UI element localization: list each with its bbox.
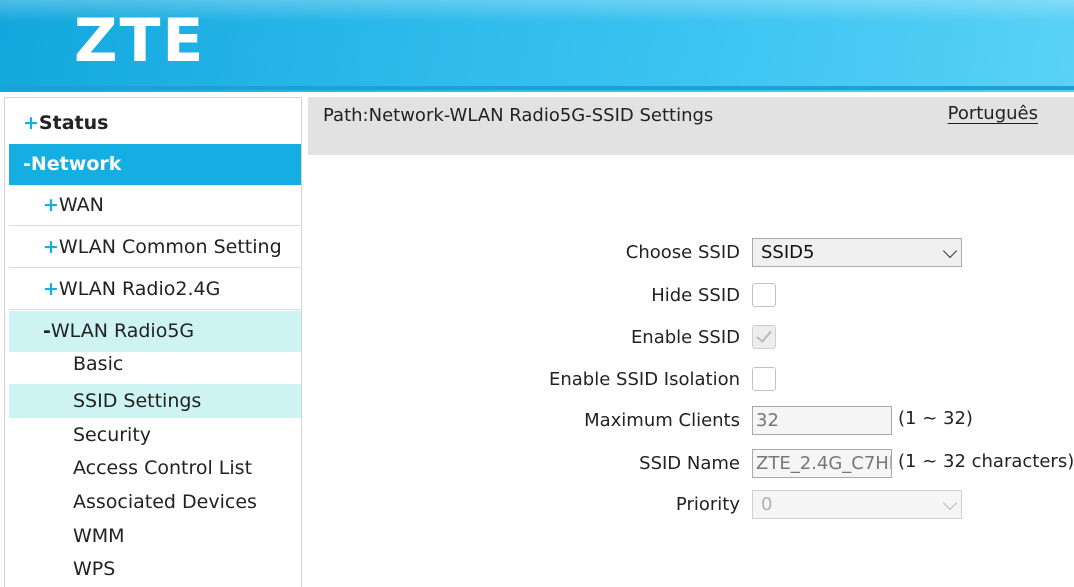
enable-ssid-checkbox[interactable] bbox=[752, 325, 776, 349]
sidebar-item-label: WAN bbox=[58, 194, 104, 216]
row-priority: Priority 0 bbox=[308, 490, 1074, 522]
choose-ssid-label: Choose SSID bbox=[625, 242, 740, 263]
sidebar-nav: +Status -Network +WAN +WLAN Common Setti… bbox=[4, 97, 302, 587]
collapse-minus-icon: - bbox=[43, 320, 51, 342]
enable-ssid-label: Enable SSID bbox=[630, 327, 740, 348]
sidebar-item-ssid-settings[interactable]: SSID Settings bbox=[9, 384, 301, 418]
ssid-isolation-label: Enable SSID Isolation bbox=[549, 369, 740, 390]
sidebar-item-label: Status bbox=[38, 112, 109, 134]
sidebar-item-label: WLAN Radio5G bbox=[50, 320, 195, 342]
row-ssid-isolation: Enable SSID Isolation bbox=[308, 365, 1074, 397]
expand-plus-icon: + bbox=[43, 278, 59, 300]
row-enable-ssid: Enable SSID bbox=[308, 323, 1074, 355]
banner-divider bbox=[4, 86, 1074, 90]
sidebar-item-label: WLAN Common Setting bbox=[58, 236, 282, 258]
sidebar-item-access-control-list[interactable]: Access Control List bbox=[9, 451, 301, 485]
ssid-name-label: SSID Name bbox=[639, 453, 740, 474]
language-link[interactable]: Português bbox=[948, 103, 1038, 124]
expand-plus-icon: + bbox=[23, 112, 39, 134]
zte-logo: ZTE bbox=[74, 6, 206, 76]
choose-ssid-value: SSID5 bbox=[761, 242, 815, 263]
sidebar-item-wlan-common[interactable]: +WLAN Common Setting bbox=[9, 227, 301, 268]
ssid-name-hint: (1 ~ 32 characters) bbox=[898, 451, 1074, 472]
choose-ssid-select[interactable]: SSID5 bbox=[752, 238, 962, 267]
sidebar-item-wan[interactable]: +WAN bbox=[9, 185, 301, 226]
checkmark-icon bbox=[756, 327, 772, 343]
priority-select[interactable]: 0 bbox=[752, 490, 962, 519]
row-choose-ssid: Choose SSID SSID5 bbox=[308, 238, 1074, 270]
expand-plus-icon: + bbox=[43, 236, 59, 258]
sidebar-item-wps[interactable]: WPS bbox=[9, 552, 301, 586]
sidebar-item-wlan-radio5g[interactable]: -WLAN Radio5G bbox=[9, 311, 301, 352]
row-max-clients: Maximum Clients 32 (1 ~ 32) bbox=[308, 406, 1074, 438]
breadcrumb-bar: Path:Network-WLAN Radio5G-SSID Settings … bbox=[308, 97, 1074, 155]
hide-ssid-checkbox[interactable] bbox=[752, 283, 776, 307]
sidebar-item-status[interactable]: +Status bbox=[9, 103, 301, 144]
priority-label: Priority bbox=[675, 494, 740, 515]
sidebar-item-basic[interactable]: Basic bbox=[9, 347, 301, 381]
collapse-minus-icon: - bbox=[23, 153, 31, 175]
max-clients-hint: (1 ~ 32) bbox=[898, 408, 973, 429]
max-clients-label: Maximum Clients bbox=[584, 410, 740, 431]
chevron-down-icon bbox=[942, 495, 958, 511]
chevron-down-icon bbox=[942, 243, 958, 259]
hide-ssid-label: Hide SSID bbox=[651, 285, 740, 306]
top-banner: ZTE bbox=[0, 0, 1074, 92]
row-ssid-name: SSID Name ZTE_2.4G_C7Hh (1 ~ 32 characte… bbox=[308, 449, 1074, 481]
sidebar-item-wmm[interactable]: WMM bbox=[9, 519, 301, 553]
ssid-name-input[interactable]: ZTE_2.4G_C7Hh bbox=[752, 449, 892, 478]
max-clients-input[interactable]: 32 bbox=[752, 406, 892, 435]
expand-plus-icon: + bbox=[43, 194, 59, 216]
sidebar-item-label: Network bbox=[30, 153, 122, 175]
priority-value: 0 bbox=[761, 494, 773, 515]
sidebar-item-wlan-radio24[interactable]: +WLAN Radio2.4G bbox=[9, 269, 301, 310]
sidebar-item-network[interactable]: -Network bbox=[9, 144, 301, 185]
breadcrumb: Path:Network-WLAN Radio5G-SSID Settings bbox=[323, 105, 714, 126]
row-hide-ssid: Hide SSID bbox=[308, 281, 1074, 313]
sidebar-item-security[interactable]: Security bbox=[9, 418, 301, 452]
sidebar-item-label: WLAN Radio2.4G bbox=[58, 278, 221, 300]
ssid-isolation-checkbox[interactable] bbox=[752, 367, 776, 391]
sidebar-item-associated-devices[interactable]: Associated Devices bbox=[9, 485, 301, 519]
